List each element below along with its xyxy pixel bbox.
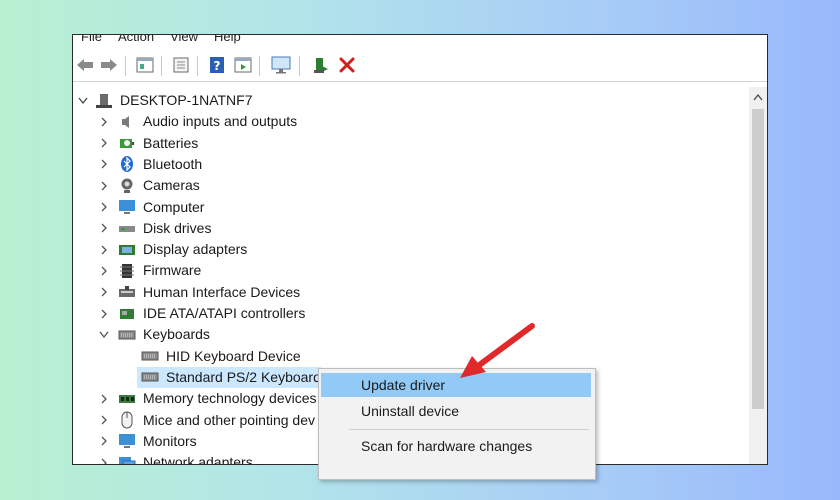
memory-icon bbox=[118, 390, 136, 408]
tree-item-label: Disk drives bbox=[143, 219, 212, 236]
chevron-right-icon[interactable] bbox=[99, 181, 109, 191]
disk-icon bbox=[118, 219, 136, 237]
tree-item-batteries[interactable]: Batteries bbox=[73, 133, 673, 154]
chevron-down-icon[interactable] bbox=[78, 96, 88, 106]
tree-item-label: HID Keyboard Device bbox=[166, 347, 301, 364]
chevron-right-icon[interactable] bbox=[99, 202, 109, 212]
keyboard-icon bbox=[141, 347, 159, 365]
chevron-right-icon[interactable] bbox=[99, 223, 109, 233]
toolbar: ? bbox=[73, 50, 767, 82]
tree-item-label: Monitors bbox=[143, 432, 197, 449]
menu-action[interactable]: Action bbox=[110, 35, 162, 47]
ide-controller-icon bbox=[118, 305, 136, 323]
firmware-icon bbox=[118, 262, 136, 280]
tree-item-display-adapters[interactable]: Display adapters bbox=[73, 239, 673, 260]
chevron-right-icon[interactable] bbox=[99, 138, 109, 148]
menu-item-scan-hardware[interactable]: Scan for hardware changes bbox=[321, 434, 591, 458]
bluetooth-icon bbox=[118, 155, 136, 173]
keyboard-icon bbox=[118, 326, 136, 344]
chevron-right-icon[interactable] bbox=[99, 309, 109, 319]
chevron-right-icon[interactable] bbox=[99, 245, 109, 255]
mouse-icon bbox=[118, 411, 136, 429]
tree-item-disk-drives[interactable]: Disk drives bbox=[73, 218, 673, 239]
tree-item-computer[interactable]: Computer bbox=[73, 197, 673, 218]
tree-item-label: Network adapters bbox=[143, 454, 253, 465]
add-driver-icon[interactable] bbox=[311, 55, 331, 75]
tree-item-label: Mice and other pointing dev bbox=[143, 411, 315, 428]
tree-item-keyboard-device[interactable]: HID Keyboard Device bbox=[73, 346, 673, 367]
scan-hardware-icon[interactable] bbox=[271, 55, 291, 75]
tree-item-firmware[interactable]: Firmware bbox=[73, 260, 673, 281]
tree-item-label: Computer bbox=[143, 198, 205, 215]
tree-item-cameras[interactable]: Cameras bbox=[73, 175, 673, 196]
display-adapter-icon bbox=[118, 241, 136, 259]
menu-item-label: Uninstall device bbox=[361, 403, 460, 419]
chevron-right-icon[interactable] bbox=[99, 159, 109, 169]
tree-item-label: Audio inputs and outputs bbox=[143, 113, 298, 130]
scroll-thumb[interactable] bbox=[752, 109, 764, 409]
tree-item-label: Firmware bbox=[143, 262, 202, 279]
speaker-icon bbox=[118, 113, 136, 131]
back-icon[interactable] bbox=[75, 55, 95, 75]
battery-icon bbox=[118, 134, 136, 152]
toolbar-separator bbox=[259, 56, 260, 76]
chevron-right-icon[interactable] bbox=[99, 415, 109, 425]
chevron-right-icon[interactable] bbox=[99, 117, 109, 127]
menu-item-uninstall-device[interactable]: Uninstall device bbox=[321, 399, 591, 423]
tree-item-label: Standard PS/2 Keyboard bbox=[166, 368, 321, 385]
toolbar-separator bbox=[125, 56, 126, 76]
tree-item-label: Cameras bbox=[143, 177, 200, 194]
tree-root[interactable]: DESKTOP-1NATNF7 bbox=[73, 90, 673, 111]
monitor-icon bbox=[118, 432, 136, 450]
chevron-right-icon[interactable] bbox=[99, 266, 109, 276]
context-menu: Update driver Uninstall device Scan for … bbox=[318, 368, 596, 480]
tree-item-keyboards[interactable]: Keyboards bbox=[73, 324, 673, 345]
vertical-scrollbar[interactable] bbox=[749, 87, 767, 464]
chevron-right-icon[interactable] bbox=[99, 287, 109, 297]
run-icon[interactable] bbox=[233, 55, 253, 75]
menu-help[interactable]: Help bbox=[206, 35, 249, 47]
chevron-right-icon[interactable] bbox=[99, 458, 109, 464]
show-hidden-icon[interactable] bbox=[171, 55, 191, 75]
tree-item-human-interface-devices[interactable]: Human Interface Devices bbox=[73, 282, 673, 303]
toolbar-separator bbox=[299, 56, 300, 76]
computer-root-icon bbox=[95, 92, 113, 110]
menu-item-label: Scan for hardware changes bbox=[361, 438, 533, 454]
tree-item-audio-inputs-and-outputs[interactable]: Audio inputs and outputs bbox=[73, 111, 673, 132]
tree-item-label: Keyboards bbox=[143, 326, 210, 343]
tree-item-ide-ata-atapi-controllers[interactable]: IDE ATA/ATAPI controllers bbox=[73, 303, 673, 324]
menu-separator bbox=[349, 429, 589, 430]
menu-view[interactable]: View bbox=[162, 35, 206, 47]
camera-icon bbox=[118, 177, 136, 195]
keyboard-icon bbox=[141, 368, 159, 386]
computer-icon bbox=[118, 198, 136, 216]
menu-item-label: Update driver bbox=[361, 377, 446, 393]
forward-icon[interactable] bbox=[99, 55, 119, 75]
toolbar-separator bbox=[197, 56, 198, 76]
tree-item-label: Memory technology devices bbox=[143, 390, 317, 407]
tree-item-label: Display adapters bbox=[143, 241, 248, 258]
properties-icon[interactable] bbox=[135, 55, 155, 75]
svg-text:?: ? bbox=[214, 59, 221, 73]
tree-item-label: Batteries bbox=[143, 134, 199, 151]
help-icon[interactable]: ? bbox=[207, 55, 227, 75]
tree-item-label: Bluetooth bbox=[143, 155, 203, 172]
hid-icon bbox=[118, 283, 136, 301]
tree-item-bluetooth[interactable]: Bluetooth bbox=[73, 154, 673, 175]
menu-file[interactable]: File bbox=[73, 35, 110, 47]
tree-item-label: Human Interface Devices bbox=[143, 283, 301, 300]
chevron-right-icon[interactable] bbox=[99, 436, 109, 446]
annotation-arrow-icon bbox=[460, 323, 535, 378]
chevron-down-icon[interactable] bbox=[99, 330, 109, 340]
chevron-right-icon[interactable] bbox=[99, 394, 109, 404]
network-icon bbox=[118, 454, 136, 464]
menu-bar: File Action View Help bbox=[73, 35, 767, 47]
scroll-up-icon[interactable] bbox=[753, 93, 763, 101]
tree-root-label: DESKTOP-1NATNF7 bbox=[120, 92, 253, 108]
toolbar-separator bbox=[161, 56, 162, 76]
tree-item-label: IDE ATA/ATAPI controllers bbox=[143, 305, 306, 321]
uninstall-icon[interactable] bbox=[337, 55, 357, 75]
